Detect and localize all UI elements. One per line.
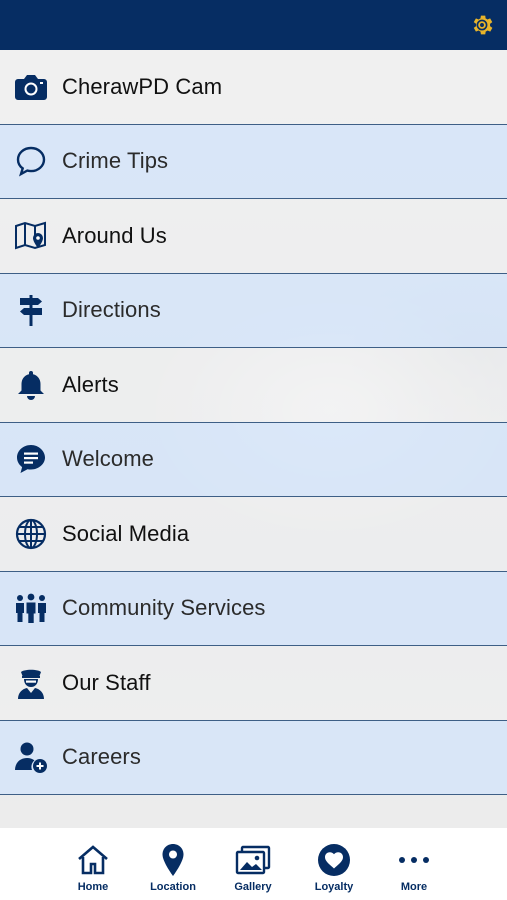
tab-label: Home xyxy=(77,881,109,893)
menu-item-social-media[interactable]: Social Media xyxy=(0,497,507,572)
menu-item-label: Social Media xyxy=(62,520,190,546)
tab-label: Gallery xyxy=(234,881,272,893)
tab-gallery[interactable]: Gallery xyxy=(213,842,293,898)
menu-item-careers[interactable]: Careers xyxy=(0,720,507,795)
tab-more[interactable]: More xyxy=(374,842,454,898)
home-icon xyxy=(76,842,110,878)
menu-item-label: Around Us xyxy=(62,222,167,248)
tab-home[interactable]: Home xyxy=(53,842,133,898)
menu-item-our-staff[interactable]: Our Staff xyxy=(0,646,507,721)
menu-item-label: Alerts xyxy=(62,371,119,397)
tab-label: Location xyxy=(150,881,196,893)
speech-bubble-icon xyxy=(0,124,62,198)
settings-button[interactable] xyxy=(467,10,497,40)
tab-label: Loyalty xyxy=(314,881,354,893)
menu-item-community-services[interactable]: Community Services xyxy=(0,571,507,646)
add-user-icon xyxy=(0,720,62,794)
globe-icon xyxy=(0,497,62,571)
top-bar xyxy=(0,0,507,50)
officer-icon xyxy=(0,646,62,720)
more-icon xyxy=(398,842,430,878)
menu-item-around-us[interactable]: Around Us xyxy=(0,199,507,274)
tab-label: More xyxy=(400,881,428,893)
menu-item-label: Our Staff xyxy=(62,669,151,695)
menu-item-label: Directions xyxy=(62,297,161,323)
bell-icon xyxy=(0,348,62,422)
menu-item-label: Community Services xyxy=(62,595,266,621)
gear-icon xyxy=(473,15,493,35)
main-menu: CherawPD Cam Crime Tips Around Us Direct… xyxy=(0,50,507,828)
menu-item-crime-tips[interactable]: Crime Tips xyxy=(0,124,507,199)
camera-icon xyxy=(0,50,62,124)
menu-item-welcome[interactable]: Welcome xyxy=(0,422,507,497)
tab-location[interactable]: Location xyxy=(133,842,213,898)
menu-item-label: Welcome xyxy=(62,446,154,472)
gallery-icon xyxy=(235,842,271,878)
menu-item-alerts[interactable]: Alerts xyxy=(0,348,507,423)
heart-icon xyxy=(317,842,351,878)
location-pin-icon xyxy=(161,842,185,878)
menu-item-label: Careers xyxy=(62,744,141,770)
menu-item-cherawpd-cam[interactable]: CherawPD Cam xyxy=(0,50,507,125)
people-icon xyxy=(0,571,62,645)
menu-item-label: CherawPD Cam xyxy=(62,73,223,99)
map-pin-icon xyxy=(0,199,62,273)
menu-item-directions[interactable]: Directions xyxy=(0,273,507,348)
bottom-tab-bar: Home Location Gallery Loyalty More xyxy=(0,828,507,900)
tab-loyalty[interactable]: Loyalty xyxy=(294,842,374,898)
menu-item-label: Crime Tips xyxy=(62,148,169,174)
signpost-icon xyxy=(0,273,62,347)
chat-icon xyxy=(0,422,62,496)
